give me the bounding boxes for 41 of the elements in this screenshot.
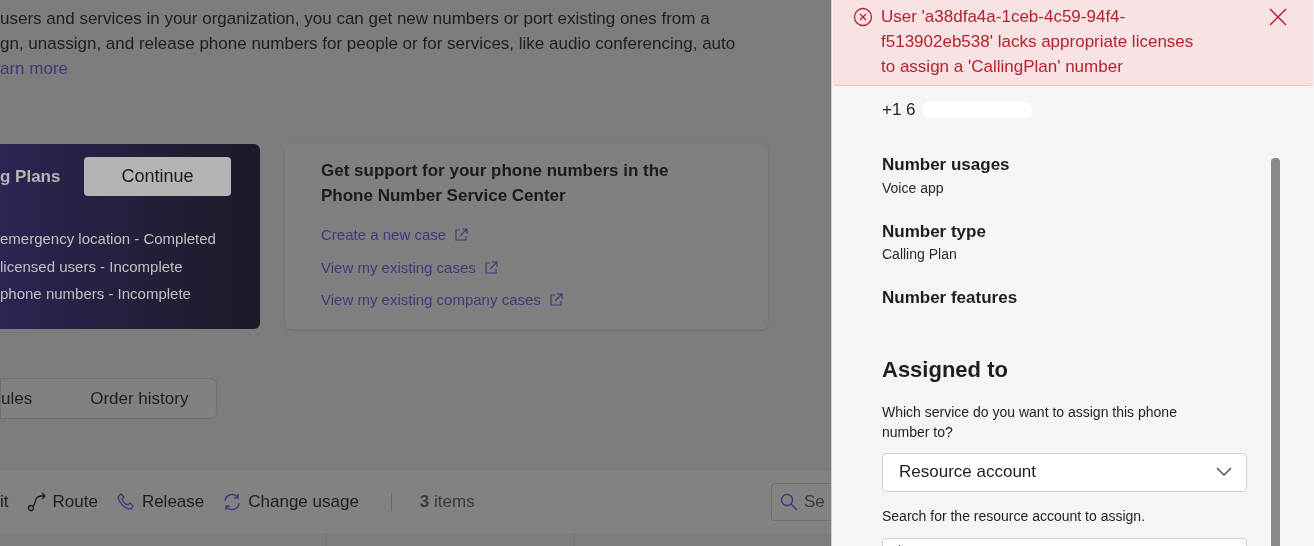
- card-title: g Plans: [0, 165, 61, 188]
- toolbar-button[interactable]: Change usage: [222, 489, 359, 515]
- chevron-down-icon: [1216, 467, 1232, 477]
- tab[interactable]: ules: [1, 385, 33, 412]
- learn-more-link[interactable]: arn more: [0, 59, 69, 78]
- item-count: 3 items: [419, 491, 475, 514]
- detail-label: Number usages: [882, 154, 1011, 176]
- search-icon: [780, 493, 798, 511]
- error-icon: [853, 7, 873, 27]
- detail-label: Number features: [882, 287, 1019, 309]
- toolbar-button[interactable]: Release: [115, 489, 205, 515]
- support-link[interactable]: View my existing company cases: [321, 289, 541, 312]
- intro-text: gn, unassign, and release phone numbers for people or for services, like audio conferencing, auto: [0, 33, 737, 55]
- continue-button[interactable]: Continue: [84, 157, 231, 196]
- toolbar-button[interactable]: Route: [26, 489, 98, 515]
- setup-step: licensed users - Incomplete: [0, 255, 231, 278]
- search-field[interactable]: Se: [771, 483, 831, 521]
- support-link[interactable]: View my existing cases: [321, 256, 476, 279]
- support-link[interactable]: Create a new case: [321, 224, 447, 247]
- error-message: User 'a38dfa4a-1ceb-4c59-94f4-f513902eb538' lacks appropriate licenses to assign a 'CallingPlan' number: [881, 6, 1195, 78]
- setup-step: emergency location - Completed: [0, 228, 231, 251]
- refresh-icon: [222, 492, 243, 512]
- intro-text: users and services in your organization, you can get new numbers or port existing ones from a: [0, 8, 711, 30]
- field-label: Search for the resource account to assign.: [882, 506, 1147, 526]
- detail-value: Voice app: [882, 178, 945, 198]
- external-link-icon: [454, 228, 469, 243]
- section-heading: Assigned to: [882, 355, 1009, 384]
- close-button[interactable]: [1269, 8, 1287, 26]
- field-label: Which service do you want to assign this phone number to?: [882, 402, 1178, 442]
- external-link-icon: [483, 260, 498, 275]
- external-link-icon: [548, 293, 563, 308]
- card-title: Get support for your phone numbers in the Phone Number Service Center: [321, 160, 670, 207]
- route-icon: [26, 492, 47, 512]
- toolbar-button[interactable]: it: [0, 489, 9, 515]
- tab[interactable]: Order history: [90, 385, 189, 412]
- phone-number: +1 6: [882, 99, 916, 122]
- detail-value: Calling Plan: [882, 245, 958, 264]
- detail-label: Number type: [882, 220, 987, 243]
- service-dropdown[interactable]: Resource account: [882, 452, 1247, 492]
- phone-icon: [115, 492, 136, 512]
- setup-step: phone numbers - Incomplete: [0, 283, 231, 306]
